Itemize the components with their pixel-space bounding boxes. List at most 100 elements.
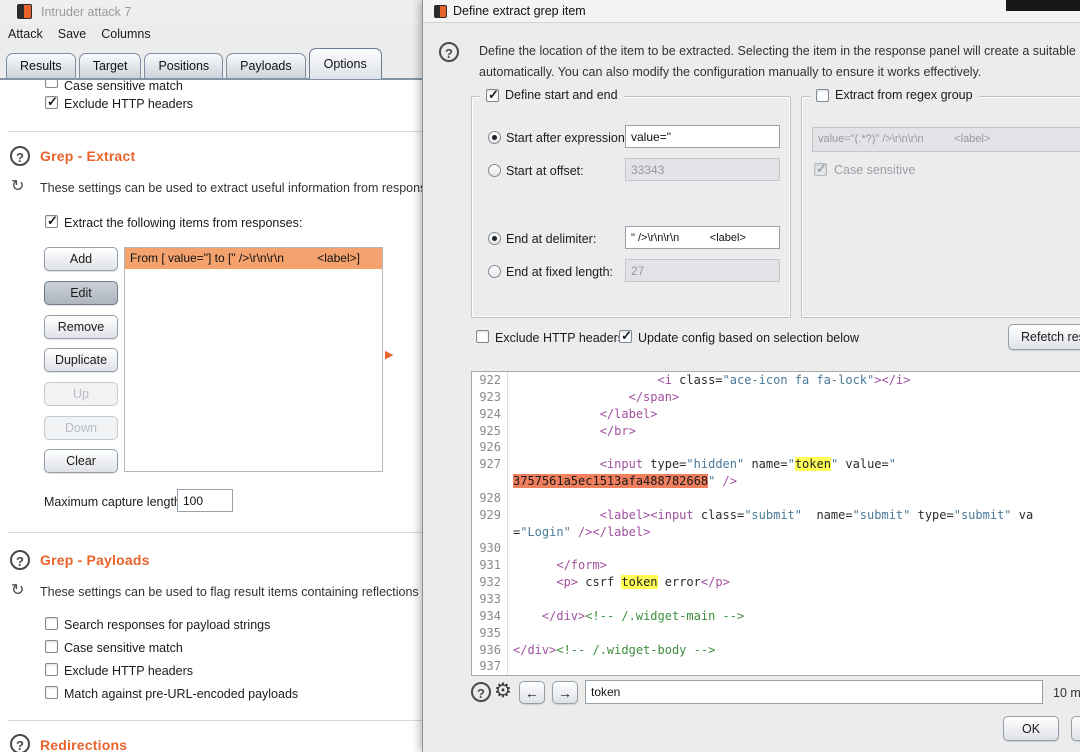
- end-at-delimiter-input[interactable]: " />\r\n\r\n <label>: [625, 226, 780, 249]
- match-count-label: 10 m: [1053, 686, 1080, 700]
- exclude-http-headers-checkbox[interactable]: [45, 663, 58, 676]
- code-text: <label><input class="submit" name="submi…: [513, 507, 1033, 524]
- end-at-delimiter-radio[interactable]: [488, 232, 501, 245]
- tab-payloads[interactable]: Payloads: [226, 53, 305, 79]
- refresh-icon[interactable]: [11, 178, 29, 196]
- help-icon[interactable]: [10, 550, 30, 570]
- add-button[interactable]: Add: [44, 247, 118, 271]
- code-line: 933: [472, 591, 1080, 608]
- redirections-heading: Redirections: [40, 737, 127, 752]
- code-line: 922 <i class="ace-icon fa fa-lock"></i>: [472, 372, 1080, 389]
- menu-columns[interactable]: Columns: [101, 27, 150, 41]
- cancel-button[interactable]: C: [1071, 716, 1080, 741]
- edit-button[interactable]: Edit: [44, 281, 118, 305]
- next-match-button[interactable]: →: [552, 681, 578, 704]
- menu-attack[interactable]: Attack: [8, 27, 43, 41]
- help-icon[interactable]: [471, 682, 491, 702]
- start-after-expression-label: Start after expression:: [506, 131, 628, 145]
- gear-icon[interactable]: [494, 680, 512, 702]
- code-text: <p> csrf token error</p>: [513, 574, 730, 591]
- code-line: 935: [472, 625, 1080, 642]
- code-line: 932 <p> csrf token error</p>: [472, 574, 1080, 591]
- end-at-delimiter-label: End at delimiter:: [506, 232, 596, 246]
- dialog-exclude-http-checkbox[interactable]: [476, 330, 489, 343]
- dialog-description-line1: Define the location of the item to be ex…: [479, 44, 1079, 58]
- clear-button[interactable]: Clear: [44, 449, 118, 473]
- grep-payloads-description: These settings can be used to flag resul…: [40, 585, 425, 599]
- update-config-checkbox[interactable]: [619, 330, 632, 343]
- end-at-fixed-length-radio[interactable]: [488, 265, 501, 278]
- tab-options[interactable]: Options: [309, 48, 382, 79]
- max-capture-input[interactable]: 100: [177, 489, 233, 512]
- line-number: 936: [472, 642, 508, 659]
- extract-regex-title: Extract from regex group: [810, 88, 979, 102]
- search-responses-for-payload-strings-checkbox[interactable]: [45, 617, 58, 630]
- line-number: 922: [472, 372, 508, 389]
- line-number: 927: [472, 456, 508, 473]
- define-start-end-checkbox[interactable]: [486, 89, 499, 102]
- remove-button[interactable]: Remove: [44, 315, 118, 339]
- match-against-pre-url-encoded-payloads-checkbox[interactable]: [45, 686, 58, 699]
- refetch-response-button[interactable]: Refetch res: [1008, 324, 1080, 350]
- extract-items-label: Extract the following items from respons…: [64, 216, 302, 230]
- end-at-fixed-length-label: End at fixed length:: [506, 265, 613, 279]
- extract-regex-label: Extract from regex group: [835, 88, 973, 102]
- intruder-window: Intruder attack 7 AttackSaveColumns Resu…: [0, 0, 433, 752]
- code-line: 937: [472, 658, 1080, 675]
- ok-button[interactable]: OK: [1003, 716, 1059, 741]
- help-icon[interactable]: [10, 146, 30, 166]
- up-button: Up: [44, 382, 118, 406]
- tab-positions[interactable]: Positions: [144, 53, 223, 79]
- menu-save[interactable]: Save: [58, 27, 87, 41]
- help-icon[interactable]: [439, 42, 459, 62]
- define-start-end-group: Define start and end Start after express…: [471, 96, 791, 318]
- regex-case-sensitive-checkbox: [814, 163, 827, 176]
- code-text: ="Login" /></label>: [513, 524, 650, 541]
- checkbox-label: Search responses for payload strings: [64, 618, 270, 632]
- help-icon[interactable]: [10, 734, 30, 752]
- line-number: 937: [472, 658, 508, 675]
- start-at-offset-radio[interactable]: [488, 164, 501, 177]
- start-after-expression-radio[interactable]: [488, 131, 501, 144]
- tab-results[interactable]: Results: [6, 53, 76, 79]
- exclude-http-headers-checkbox-top[interactable]: [45, 96, 58, 109]
- background-window-corner: [1006, 0, 1080, 11]
- code-text: 3757561a5ec1513afa488782668" />: [513, 473, 737, 490]
- extract-regex-group: Extract from regex group value="(.*?)" /…: [801, 96, 1080, 318]
- code-line: 923 </span>: [472, 389, 1080, 406]
- refresh-icon[interactable]: [11, 582, 29, 600]
- checkbox-label: Match against pre-URL-encoded payloads: [64, 687, 298, 701]
- start-after-expression-input[interactable]: value=": [625, 125, 780, 148]
- code-line: 931 </form>: [472, 557, 1080, 574]
- response-code-viewer[interactable]: 922 <i class="ace-icon fa fa-lock"></i>9…: [471, 371, 1080, 676]
- define-start-end-label: Define start and end: [505, 88, 618, 102]
- code-text: </span>: [513, 389, 679, 406]
- burp-app-icon: [17, 4, 32, 19]
- line-number: 928: [472, 490, 508, 507]
- down-button: Down: [44, 416, 118, 440]
- tab-target[interactable]: Target: [79, 53, 142, 79]
- exclude-http-headers-label-top: Exclude HTTP headers: [64, 97, 193, 111]
- line-number: 930: [472, 540, 508, 557]
- line-number: 929: [472, 507, 508, 524]
- duplicate-button[interactable]: Duplicate: [44, 348, 118, 372]
- dialog-description-line2: automatically. You can also modify the c…: [479, 65, 1079, 79]
- case-sensitive-match-checkbox[interactable]: [45, 640, 58, 653]
- update-config-label: Update config based on selection below: [638, 331, 859, 345]
- checkbox-label: Case sensitive match: [64, 641, 183, 655]
- code-text: <i class="ace-icon fa fa-lock"></i>: [513, 372, 910, 389]
- prev-match-button[interactable]: ←: [519, 681, 545, 704]
- line-number: 931: [472, 557, 508, 574]
- regex-case-sensitive-label: Case sensitive: [834, 163, 915, 177]
- case-sensitive-match-label-top: Case sensitive match: [64, 80, 183, 93]
- code-line: 926: [472, 439, 1080, 456]
- case-sensitive-match-checkbox-top[interactable]: [45, 80, 58, 88]
- grep-extract-list[interactable]: From [ value="] to [" />\r\n\r\n <label>…: [124, 247, 383, 472]
- extract-regex-checkbox[interactable]: [816, 89, 829, 102]
- line-number: 934: [472, 608, 508, 625]
- code-text: </div><!-- /.widget-main -->: [513, 608, 744, 625]
- grep-extract-item-selected[interactable]: From [ value="] to [" />\r\n\r\n <label>…: [125, 248, 382, 269]
- extract-items-checkbox[interactable]: [45, 215, 58, 228]
- expand-arrow-icon[interactable]: [385, 348, 393, 361]
- search-input[interactable]: token: [585, 680, 1043, 704]
